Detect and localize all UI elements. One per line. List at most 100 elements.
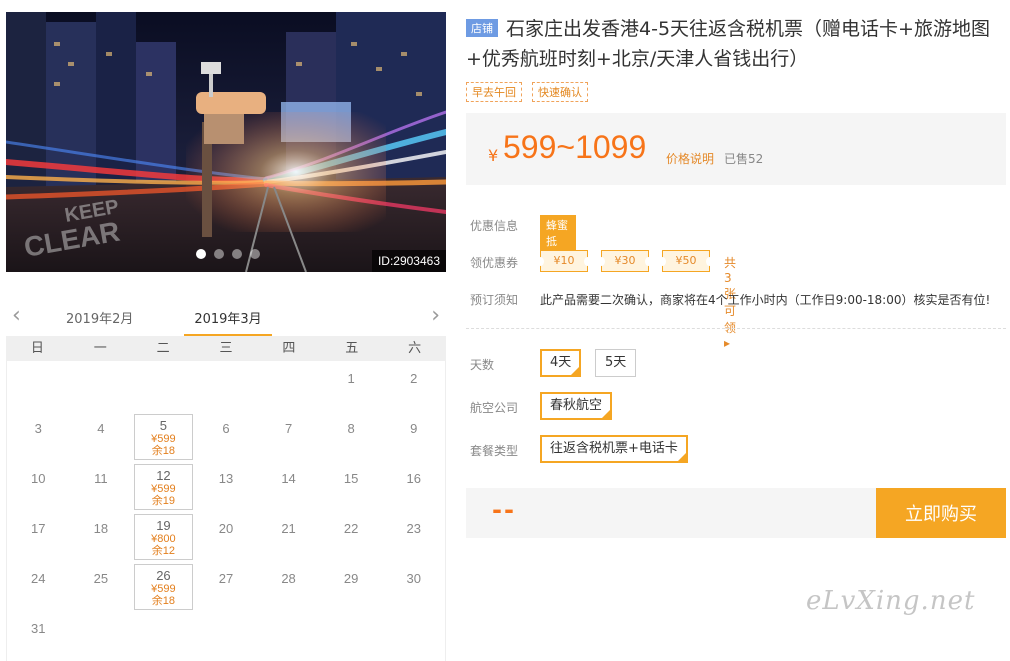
calendar-day-available[interactable]: 26 ¥599 余18 [132,561,195,611]
selected-price-placeholder: -- [492,496,516,524]
calendar-day-box[interactable]: 5 ¥599 余18 [134,414,193,460]
calendar-day: 6 [195,411,258,461]
tag-fast-confirm: 快速确认 [532,82,588,102]
section-divider [466,328,1006,329]
calendar-day-price: ¥599 [151,583,176,595]
carousel-dot-2[interactable] [214,249,224,259]
calendar-weekday-header: 日 一 二 三 四 五 六 [6,336,446,361]
product-photo-carousel[interactable]: KEEP CLEAR ID:2903463 [6,12,446,272]
calendar-empty-cell [7,361,70,411]
calendar-day-number: 12 [156,468,171,483]
calendar-day: 23 [382,511,445,561]
calendar-day: 29 [320,561,383,611]
calendar-day: 24 [7,561,70,611]
calendar-day: 16 [382,461,445,511]
calendar-day-number: 13 [218,471,234,486]
calendar-day-stock: 余12 [151,545,176,557]
calendar-day-price: ¥800 [151,533,176,545]
calendar-day-number: 5 [159,418,168,433]
calendar-day-number: 31 [31,621,46,636]
calendar-day: 17 [7,511,70,561]
option-package[interactable]: 往返含税机票+电话卡 [540,435,688,463]
calendar-day-stock: 余19 [151,495,176,507]
chevron-left-icon[interactable]: ‹ [12,304,21,328]
buy-bar: -- 立即购买 [466,488,1006,538]
calendar-day-number: 30 [406,571,421,586]
price-range: 599~1099 [503,129,647,165]
calendar-day-available[interactable]: 12 ¥599 余19 [132,461,195,511]
calendar-day-number: 1 [347,371,355,386]
calendar-day: 11 [70,461,133,511]
chevron-right-icon[interactable]: › [431,304,440,328]
calendar-day-box[interactable]: 19 ¥800 余12 [134,514,193,560]
weekday-label: 一 [93,341,107,356]
price-explain-link[interactable]: 价格说明 [666,150,714,167]
calendar-day: 25 [70,561,133,611]
calendar-empty-cell [132,361,195,411]
calendar-grid: 1 2 3 4 5 ¥599 余18 6 7 8 9 10 11 12 ¥599 余19 13 14 15 16 17 1… [6,361,446,661]
calendar-day-price: ¥599 [151,483,176,495]
option-5-days[interactable]: 5天 [595,349,637,377]
coupon-30[interactable]: ¥30 [598,250,652,272]
calendar-day-number: 2 [410,371,418,386]
carousel-dot-1[interactable] [196,249,206,259]
image-id-label: ID:2903463 [371,250,446,272]
calendar-day-available[interactable]: 5 ¥599 余18 [132,411,195,461]
calendar-day-price: ¥599 [151,433,176,445]
calendar-day: 27 [195,561,258,611]
currency-symbol: ¥ [488,146,499,165]
days-label: 天数 [470,358,495,372]
buy-now-button[interactable]: 立即购买 [876,488,1006,538]
coupon-label: 领优惠券 [470,256,519,270]
calendar-day: 14 [257,461,320,511]
coupon-50[interactable]: ¥50 [659,250,713,272]
calendar-day: 21 [257,511,320,561]
calendar-day: 13 [195,461,258,511]
calendar-day-number: 8 [347,421,355,436]
calendar-day-box[interactable]: 12 ¥599 余19 [134,464,193,510]
option-airline[interactable]: 春秋航空 [540,392,613,420]
calendar-day: 10 [7,461,70,511]
weekday-label: 五 [345,341,359,356]
option-4-days[interactable]: 4天 [540,349,582,377]
calendar-day-box[interactable]: 26 ¥599 余18 [134,564,193,610]
calendar-day-number: 24 [31,571,46,586]
calendar-day: 30 [382,561,445,611]
notice-text: 此产品需要二次确认，商家将在4个工作小时内（工作日9:00-18:00）核实是否… [540,293,991,307]
calendar-day-stock: 余18 [151,595,176,607]
calendar-day-number: 28 [281,571,296,586]
city-night-photo: KEEP CLEAR [6,12,446,272]
calendar-day: 9 [382,411,445,461]
calendar-day: 20 [195,511,258,561]
calendar-day: 22 [320,511,383,561]
calendar-day-number: 23 [406,521,421,536]
calendar-day-number: 14 [281,471,296,486]
calendar-day-number: 22 [343,521,359,536]
airline-label: 航空公司 [470,401,519,415]
carousel-dot-4[interactable] [250,249,260,259]
weekday-label: 二 [156,341,170,356]
sold-count: 已售52 [724,152,764,166]
calendar-day-number: 6 [222,421,230,436]
coupon-10[interactable]: ¥10 [537,250,591,272]
calendar-day: 1 [320,361,383,411]
calendar-day: 3 [7,411,70,461]
weekday-label: 四 [282,341,296,356]
notice-label: 预订须知 [470,293,519,307]
calendar-day: 28 [257,561,320,611]
tab-prev-month[interactable]: 2019年2月 [66,308,133,334]
product-tags: 早去午回 快速确认 [466,82,588,102]
carousel-dot-3[interactable] [232,249,242,259]
calendar-day-stock: 余18 [151,445,176,457]
departure-calendar: 日 一 二 三 四 五 六 1 2 3 4 5 ¥599 余18 6 7 8 9 10 11 12 ¥599… [6,336,446,661]
calendar-empty-cell [195,361,258,411]
calendar-day: 8 [320,411,383,461]
calendar-day-number: 7 [284,421,293,436]
store-badge: 店铺 [466,19,498,37]
calendar-day-number: 25 [93,571,109,586]
calendar-empty-cell [257,361,320,411]
calendar-day: 15 [320,461,383,511]
calendar-day-number: 21 [281,521,296,536]
calendar-day-available[interactable]: 19 ¥800 余12 [132,511,195,561]
tab-current-month[interactable]: 2019年3月 [184,308,272,337]
